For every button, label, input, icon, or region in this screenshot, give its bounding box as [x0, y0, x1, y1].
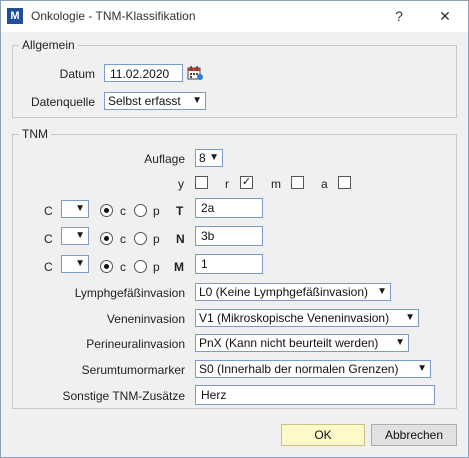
m-radio-c-label: c — [120, 260, 126, 274]
t-value-field[interactable]: 2a — [195, 198, 263, 218]
m-prefix-select[interactable]: ▼ — [61, 255, 89, 273]
serum-value: S0 (Innerhalb der normalen Grenzen) — [199, 362, 399, 376]
t-c-label: C — [44, 204, 53, 218]
lymph-label: Lymphgefäßinvasion — [74, 286, 185, 300]
n-c-label: C — [44, 232, 53, 246]
n-radio-p-label: p — [153, 232, 160, 246]
flag-a-checkbox[interactable] — [338, 176, 351, 189]
flag-m-checkbox[interactable] — [291, 176, 304, 189]
n-category-label: N — [176, 232, 185, 246]
t-radio-c-label: c — [120, 204, 126, 218]
flag-m-label: m — [271, 177, 281, 191]
chevron-down-icon: ▼ — [417, 363, 427, 374]
group-allgemein-legend: Allgemein — [22, 38, 75, 52]
dialog-window: M Onkologie - TNM-Klassifikation ? ✕ All… — [0, 0, 469, 458]
chevron-down-icon: ▼ — [192, 95, 202, 106]
auflage-select[interactable]: 8 ▼ — [195, 149, 223, 167]
venen-label: Veneninvasion — [106, 312, 185, 326]
datenquelle-value: Selbst erfasst — [108, 94, 181, 108]
t-category-label: T — [176, 204, 184, 218]
m-radio-c[interactable] — [100, 260, 113, 273]
chevron-down-icon: ▼ — [75, 203, 85, 214]
auflage-value: 8 — [199, 151, 206, 165]
t-radio-c[interactable] — [100, 204, 113, 217]
n-prefix-select[interactable]: ▼ — [61, 227, 89, 245]
sonstige-label: Sonstige TNM-Zusätze — [62, 389, 186, 403]
chevron-down-icon: ▼ — [75, 258, 85, 269]
close-button[interactable]: ✕ — [428, 5, 462, 27]
title-bar[interactable]: M Onkologie - TNM-Klassifikation ? ✕ — [1, 1, 468, 32]
m-c-label: C — [44, 260, 53, 274]
datum-field[interactable]: 11.02.2020 — [104, 64, 183, 82]
datum-label: Datum — [59, 67, 95, 81]
perineural-label: Perineuralinvasion — [86, 337, 185, 351]
calendar-icon[interactable] — [187, 65, 203, 81]
venen-value: V1 (Mikroskopische Veneninvasion) — [199, 311, 390, 325]
t-prefix-select[interactable]: ▼ — [61, 200, 89, 218]
serum-label: Serumtumormarker — [81, 363, 185, 377]
datenquelle-select[interactable]: Selbst erfasst ▼ — [104, 92, 206, 110]
flag-a-label: a — [321, 177, 328, 191]
m-radio-p[interactable] — [134, 260, 147, 273]
m-value-field[interactable]: 1 — [195, 254, 263, 274]
sonstige-field[interactable]: Herz — [195, 385, 435, 405]
n-radio-c-label: c — [120, 232, 126, 246]
chevron-down-icon: ▼ — [377, 286, 387, 297]
perineural-select[interactable]: PnX (Kann nicht beurteilt werden) ▼ — [195, 334, 409, 352]
cancel-button[interactable]: Abbrechen — [371, 424, 457, 446]
help-button[interactable]: ? — [382, 5, 416, 27]
flag-y-checkbox[interactable] — [195, 176, 208, 189]
serum-select[interactable]: S0 (Innerhalb der normalen Grenzen) ▼ — [195, 360, 431, 378]
t-radio-p[interactable] — [134, 204, 147, 217]
window-title: Onkologie - TNM-Klassifikation — [31, 9, 196, 23]
chevron-down-icon: ▼ — [75, 230, 85, 241]
n-radio-c[interactable] — [100, 232, 113, 245]
m-category-label: M — [174, 260, 184, 274]
app-logo-icon: M — [7, 8, 23, 24]
chevron-down-icon: ▼ — [209, 152, 219, 163]
lymph-select[interactable]: L0 (Keine Lymphgefäßinvasion) ▼ — [195, 283, 391, 301]
n-value-field[interactable]: 3b — [195, 226, 263, 246]
n-radio-p[interactable] — [134, 232, 147, 245]
group-tnm-legend: TNM — [22, 127, 48, 141]
flag-y-label: y — [178, 177, 184, 191]
datenquelle-label: Datenquelle — [30, 95, 95, 109]
t-radio-p-label: p — [153, 204, 160, 218]
auflage-label: Auflage — [144, 152, 185, 166]
chevron-down-icon: ▼ — [395, 337, 405, 348]
perineural-value: PnX (Kann nicht beurteilt werden) — [199, 336, 379, 350]
lymph-value: L0 (Keine Lymphgefäßinvasion) — [199, 285, 368, 299]
flag-r-label: r — [225, 177, 229, 191]
flag-r-checkbox[interactable]: ✓ — [240, 176, 253, 189]
m-radio-p-label: p — [153, 260, 160, 274]
dialog-content: Allgemein Datum 11.02.2020 Datenquelle S… — [1, 32, 468, 457]
venen-select[interactable]: V1 (Mikroskopische Veneninvasion) ▼ — [195, 309, 419, 327]
chevron-down-icon: ▼ — [405, 312, 415, 323]
ok-button[interactable]: OK — [281, 424, 365, 446]
